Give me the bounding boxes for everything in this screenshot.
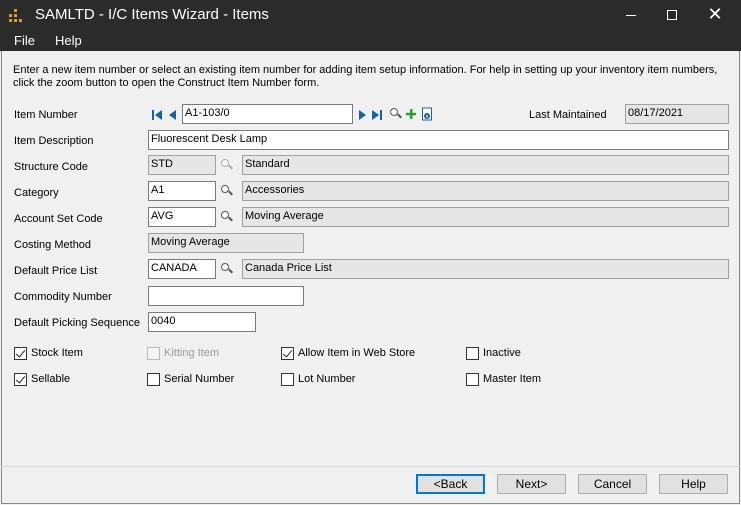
account-set-code-value: AVG xyxy=(151,210,174,222)
default-picking-sequence-input[interactable]: 0040 xyxy=(148,312,256,332)
default-picking-sequence-label: Default Picking Sequence xyxy=(14,317,140,329)
menu-bar: File Help xyxy=(0,31,741,51)
structure-code-description-value: Standard xyxy=(245,158,290,170)
category-input[interactable]: A1 xyxy=(148,181,216,201)
account-set-code-zoom-icon[interactable] xyxy=(220,210,233,224)
category-label: Category xyxy=(14,187,59,199)
back-button[interactable]: <Back xyxy=(416,474,485,494)
category-description: Accessories xyxy=(242,181,729,201)
costing-method-value: Moving Average xyxy=(151,236,230,248)
menu-file[interactable]: File xyxy=(14,33,35,48)
first-record-icon[interactable] xyxy=(151,108,163,122)
costing-method-label: Costing Method xyxy=(14,239,92,251)
item-description-value: Fluorescent Desk Lamp xyxy=(151,133,268,145)
structure-code-value: STD xyxy=(151,158,173,170)
structure-code-description: Standard xyxy=(242,155,729,175)
app-icon xyxy=(9,9,23,23)
default-price-list-description-value: Canada Price List xyxy=(245,262,332,274)
item-number-label: Item Number xyxy=(14,109,78,121)
account-set-code-label: Account Set Code xyxy=(14,213,103,225)
lot-number-check[interactable] xyxy=(281,373,294,386)
serial-number-label: Serial Number xyxy=(164,373,235,385)
inactive-check[interactable] xyxy=(466,347,479,360)
add-icon[interactable] xyxy=(405,107,417,121)
previous-record-icon[interactable] xyxy=(167,108,179,122)
allow-web-store-label: Allow Item in Web Store xyxy=(298,347,416,359)
minimize-icon xyxy=(626,14,636,16)
item-description-input[interactable]: Fluorescent Desk Lamp xyxy=(148,130,729,150)
structure-code-field: STD xyxy=(148,155,216,175)
default-price-list-label: Default Price List xyxy=(14,265,98,277)
last-maintained-label: Last Maintained xyxy=(529,109,607,121)
next-button[interactable]: Next> xyxy=(497,474,566,494)
sellable-label: Sellable xyxy=(31,373,71,385)
menu-help[interactable]: Help xyxy=(55,33,82,48)
title-bar: SAMLTD - I/C Items Wizard - Items ✕ xyxy=(0,0,741,31)
document-info-icon[interactable] xyxy=(421,107,433,121)
cancel-button[interactable]: Cancel xyxy=(578,474,647,494)
default-price-list-description: Canada Price List xyxy=(242,259,729,279)
item-number-value: A1-103/0 xyxy=(185,107,230,119)
stock-item-check[interactable] xyxy=(14,347,27,360)
master-item-check[interactable] xyxy=(466,373,479,386)
sellable-check[interactable] xyxy=(14,373,27,386)
last-record-icon[interactable] xyxy=(371,108,383,122)
account-set-code-description-value: Moving Average xyxy=(245,210,324,222)
serial-number-check[interactable] xyxy=(147,373,160,386)
maximize-icon xyxy=(667,10,677,21)
commodity-number-label: Commodity Number xyxy=(14,291,112,303)
category-value: A1 xyxy=(151,184,165,196)
stock-item-label: Stock Item xyxy=(31,347,83,359)
footer-divider xyxy=(1,466,740,467)
item-number-zoom-icon[interactable] xyxy=(389,107,402,121)
costing-method-field: Moving Average xyxy=(148,233,304,253)
category-description-value: Accessories xyxy=(245,184,305,196)
instructions-text: Enter a new item number or select an exi… xyxy=(13,64,718,89)
window-title: SAMLTD - I/C Items Wizard - Items xyxy=(35,6,269,23)
account-set-code-input[interactable]: AVG xyxy=(148,207,216,227)
last-maintained-value: 08/17/2021 xyxy=(628,107,684,119)
close-icon: ✕ xyxy=(707,4,723,24)
last-maintained-field: 08/17/2021 xyxy=(625,104,729,124)
allow-web-store-check[interactable] xyxy=(281,347,294,360)
default-price-list-value: CANADA xyxy=(151,262,197,274)
inactive-label: Inactive xyxy=(483,347,521,359)
commodity-number-input[interactable] xyxy=(148,286,304,306)
category-zoom-icon[interactable] xyxy=(220,184,233,198)
item-description-label: Item Description xyxy=(14,135,94,147)
next-record-icon[interactable] xyxy=(356,108,368,122)
master-item-label: Master Item xyxy=(483,373,542,385)
default-price-list-zoom-icon[interactable] xyxy=(220,262,233,276)
structure-code-zoom-icon xyxy=(220,158,233,172)
help-button[interactable]: Help xyxy=(659,474,728,494)
kitting-item-check xyxy=(147,347,160,360)
maximize-button[interactable] xyxy=(649,0,695,31)
kitting-item-label: Kitting Item xyxy=(164,347,220,359)
close-button[interactable]: ✕ xyxy=(692,0,738,31)
minimize-button[interactable] xyxy=(608,0,654,31)
default-picking-sequence-value: 0040 xyxy=(151,315,176,327)
account-set-code-description: Moving Average xyxy=(242,207,729,227)
lot-number-label: Lot Number xyxy=(298,373,356,385)
item-number-input[interactable]: A1-103/0 xyxy=(182,104,353,124)
structure-code-label: Structure Code xyxy=(14,161,88,173)
default-price-list-input[interactable]: CANADA xyxy=(148,259,216,279)
